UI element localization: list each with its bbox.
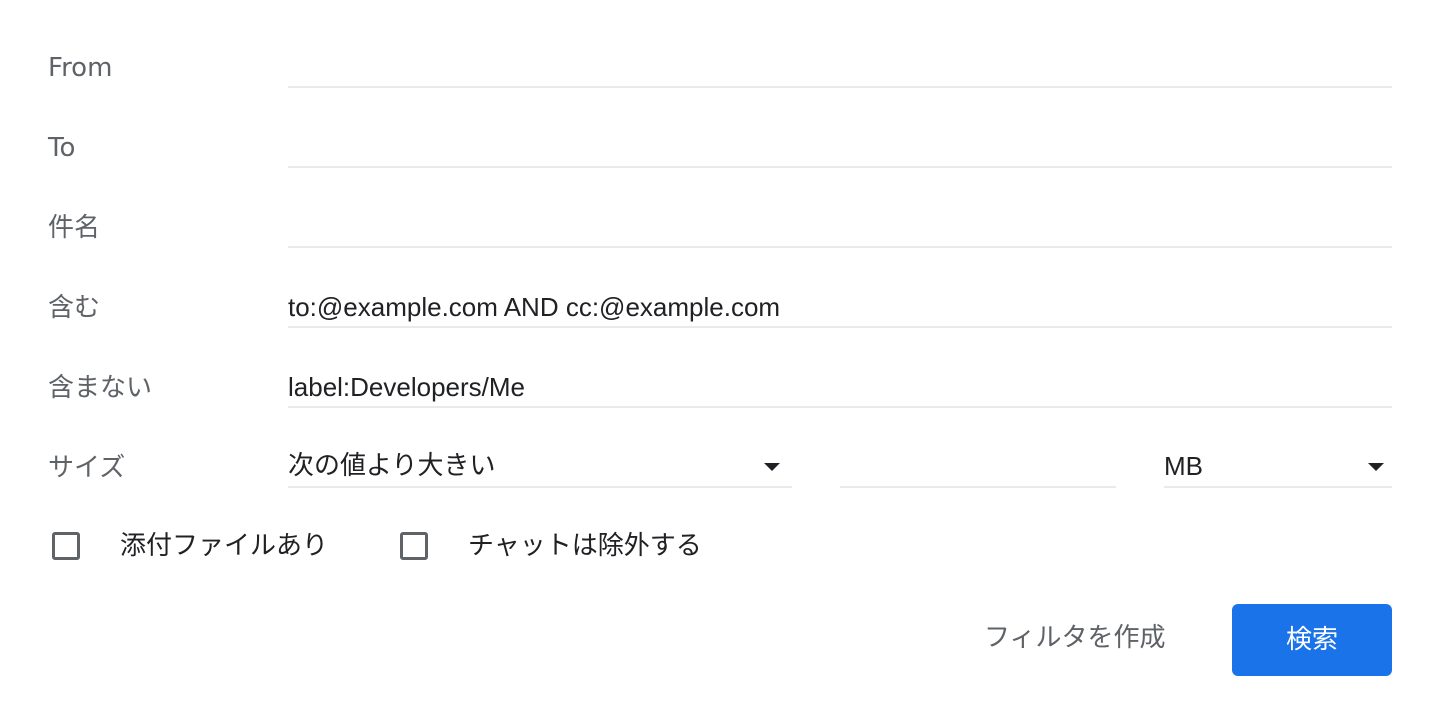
- row-has-words: 含む: [0, 288, 1438, 368]
- has-attachment-label: 添付ファイルあり: [120, 531, 329, 561]
- doesnt-have-input[interactable]: [288, 368, 1392, 408]
- from-input[interactable]: [288, 48, 1392, 88]
- row-size: サイズ 次の値より大きい MB: [0, 448, 1438, 528]
- search-button[interactable]: 検索: [1232, 604, 1392, 676]
- size-amount-input[interactable]: [840, 448, 1116, 488]
- size-unit-value: MB: [1164, 451, 1203, 481]
- row-from: From: [0, 48, 1438, 128]
- from-label: From: [48, 53, 113, 83]
- row-doesnt-have: 含まない: [0, 368, 1438, 448]
- exclude-chats-checkbox[interactable]: [400, 532, 428, 560]
- doesnt-have-label: 含まない: [48, 373, 153, 403]
- size-label: サイズ: [48, 453, 126, 483]
- to-input[interactable]: [288, 128, 1392, 168]
- has-words-input[interactable]: [288, 288, 1392, 328]
- subject-input[interactable]: [288, 208, 1392, 248]
- chevron-down-icon: [764, 463, 780, 471]
- size-operator-select[interactable]: 次の値より大きい: [288, 448, 792, 488]
- to-label: To: [48, 133, 76, 163]
- has-words-label: 含む: [48, 293, 101, 323]
- chevron-down-icon: [1368, 463, 1384, 471]
- exclude-chats-label: チャットは除外する: [468, 531, 702, 561]
- subject-label: 件名: [48, 213, 101, 243]
- row-to: To: [0, 128, 1438, 208]
- size-unit-select[interactable]: MB: [1164, 448, 1392, 488]
- size-operator-value: 次の値より大きい: [288, 451, 496, 481]
- create-filter-button[interactable]: フィルタを作成: [984, 620, 1165, 656]
- row-subject: 件名: [0, 208, 1438, 288]
- has-attachment-checkbox[interactable]: [52, 532, 80, 560]
